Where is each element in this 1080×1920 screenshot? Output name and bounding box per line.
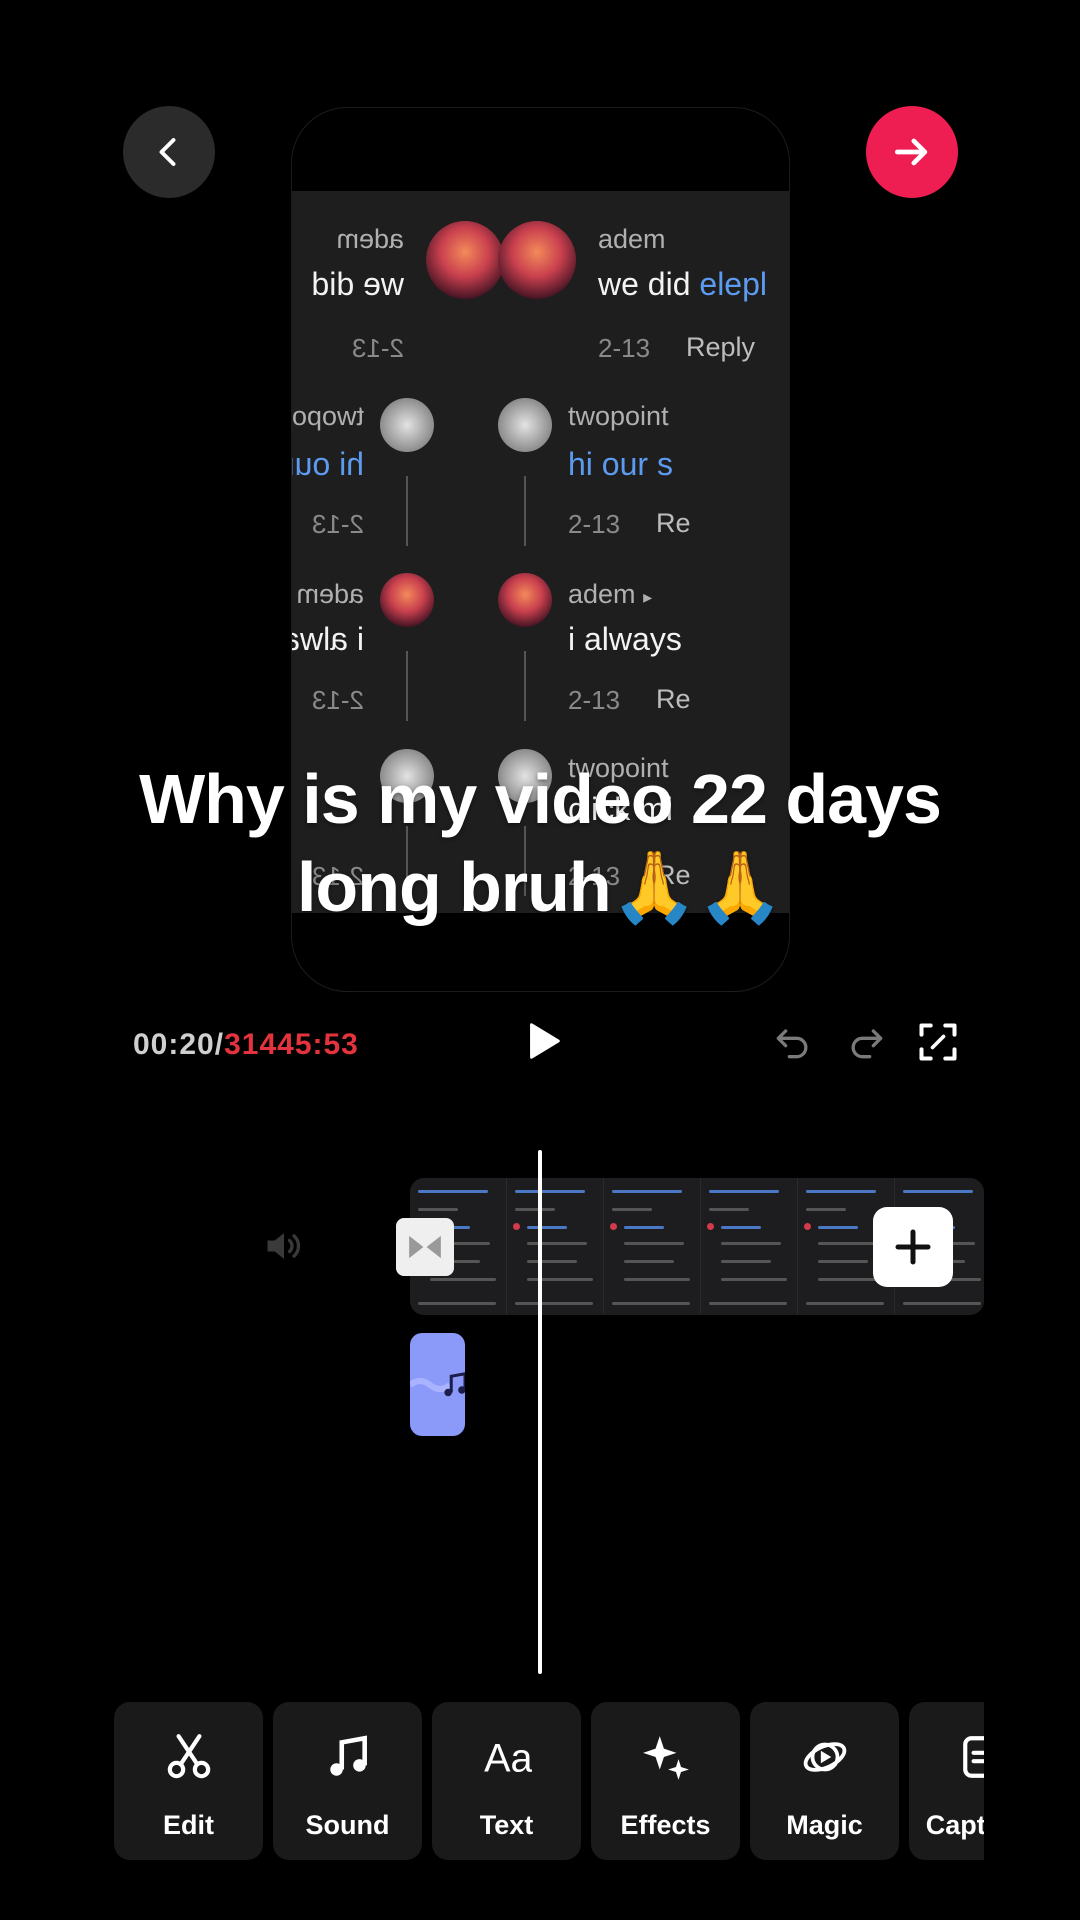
comment-text: hi our s — [568, 446, 673, 482]
tool-sound[interactable]: Sound — [273, 1702, 422, 1860]
comment-reply: Reply — [686, 332, 756, 362]
comment-user: twopoint — [292, 401, 364, 431]
magic-icon — [803, 1742, 846, 1772]
comment-date: 2-13 — [311, 509, 364, 539]
svg-text:Aa: Aa — [484, 1737, 532, 1781]
tool-text[interactable]: Aa Text — [432, 1702, 581, 1860]
undo-icon — [776, 1029, 808, 1059]
comment-date: 2-13 — [568, 685, 621, 715]
play-icon — [530, 1023, 560, 1059]
track-thumbnail — [507, 1178, 604, 1315]
transition-button[interactable] — [396, 1218, 454, 1276]
comment-user: adem ▸ — [568, 579, 652, 610]
thread-line — [406, 476, 408, 546]
track-thumbnail — [701, 1178, 798, 1315]
comment-user: adem — [598, 224, 666, 254]
tool-label: Effects — [620, 1810, 711, 1840]
playhead[interactable] — [538, 1150, 542, 1674]
time-display: 00:20/31445:53 — [133, 1028, 359, 1062]
captions-icon — [962, 1736, 984, 1778]
play-small-icon: ▸ — [643, 587, 653, 607]
text-aa-icon: Aa — [484, 1737, 532, 1781]
comment-text: we did elepl — [598, 266, 767, 303]
back-button[interactable] — [123, 106, 215, 198]
comment-user: adem — [336, 224, 404, 254]
avatar — [380, 573, 434, 627]
redo-button[interactable] — [844, 1020, 888, 1064]
comment-user: twopoint — [568, 401, 669, 431]
track-thumbnail — [604, 1178, 701, 1315]
scissors-icon — [167, 1734, 210, 1779]
play-button[interactable] — [520, 1018, 566, 1064]
thread-line — [406, 651, 408, 721]
tool-magic[interactable]: Magic — [750, 1702, 899, 1860]
avatar — [380, 398, 434, 452]
music-note-icon — [444, 1372, 465, 1397]
tool-label: Magic — [786, 1810, 863, 1840]
tool-label: Captions — [925, 1810, 984, 1840]
mute-clip-button[interactable] — [262, 1224, 306, 1268]
tool-label: Edit — [163, 1810, 214, 1840]
redo-icon — [851, 1029, 883, 1059]
comment-text: i always — [292, 621, 364, 657]
comment-text-plain: we did — [311, 266, 405, 302]
comment-text: hi our s — [292, 446, 364, 482]
plus-icon — [895, 1229, 931, 1265]
current-time: 00:20 — [133, 1028, 215, 1061]
comment-user-name: adem — [568, 579, 636, 609]
chevron-left-icon — [159, 138, 176, 166]
time-separator: / — [214, 1028, 225, 1061]
comment-user: adem — [296, 579, 364, 609]
speaker-icon — [267, 1233, 301, 1259]
tool-effects[interactable]: Effects — [591, 1702, 740, 1860]
add-clip-button[interactable] — [873, 1207, 953, 1287]
comment-date: 2-13 — [598, 333, 651, 363]
fullscreen-button[interactable] — [916, 1020, 960, 1064]
thread-line — [524, 651, 526, 721]
tool-label: Text — [479, 1810, 534, 1840]
next-button[interactable] — [866, 106, 958, 198]
undo-button[interactable] — [771, 1020, 815, 1064]
comment-text: we did — [312, 266, 405, 303]
avatar — [498, 573, 552, 627]
sparkle-icon — [642, 1736, 689, 1780]
comment-date: 2-13 — [311, 685, 364, 715]
comment-reply: Re — [656, 508, 691, 538]
arrow-right-icon — [894, 138, 928, 166]
comment-text: i always — [568, 621, 682, 657]
tool-label: Sound — [305, 1810, 390, 1840]
music-clip[interactable] — [410, 1333, 465, 1436]
tool-edit[interactable]: Edit — [114, 1702, 263, 1860]
comment-text-link: elepl — [699, 266, 767, 302]
video-caption[interactable]: Why is my video 22 days long bruh🙏🙏 — [60, 755, 1020, 931]
avatar — [426, 221, 504, 299]
tool-captions[interactable]: Captions — [909, 1702, 984, 1860]
comment-reply: Re — [656, 684, 691, 714]
fullscreen-icon — [919, 1023, 957, 1061]
total-duration: 31445:53 — [224, 1028, 359, 1061]
avatar — [498, 221, 576, 299]
bottom-toolbar: Edit Sound Aa Text Effects Magic Capt — [114, 1702, 984, 1862]
thread-line — [524, 476, 526, 546]
avatar — [498, 398, 552, 452]
comment-date: 2-13 — [568, 509, 621, 539]
music-note-icon — [329, 1735, 367, 1776]
comment-date: 2-13 — [351, 333, 404, 363]
transition-icon — [409, 1235, 441, 1259]
comment-text-plain: we did — [598, 266, 700, 302]
